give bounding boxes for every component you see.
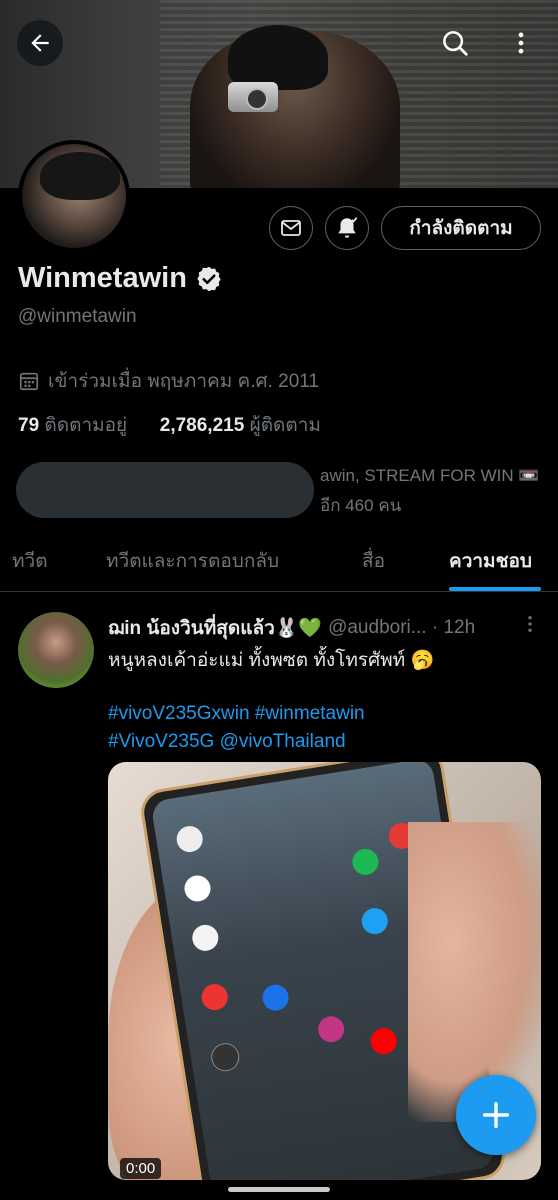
video-app-icon — [350, 846, 381, 877]
video-duration: 0:00 — [120, 1158, 162, 1179]
tab-tweets-replies[interactable]: ทวีตและการตอบกลับ — [106, 530, 279, 592]
message-button[interactable] — [269, 206, 313, 250]
more-options-button[interactable] — [498, 20, 544, 66]
video-app-icon — [368, 1026, 399, 1057]
redacted-block — [16, 462, 314, 518]
notifications-button[interactable] — [325, 206, 369, 250]
tweet-hashtags: #vivoV235Gxwin #winmetawin #VivoV235G @v… — [108, 700, 365, 756]
banner-camera — [228, 82, 278, 112]
tab-tweets[interactable]: ทวีต — [12, 530, 48, 592]
calendar-icon — [19, 372, 39, 391]
profile-avatar[interactable] — [18, 140, 130, 252]
following-count: 79 — [18, 415, 40, 436]
hashtag-line-1[interactable]: #vivoV235Gxwin #winmetawin — [108, 700, 365, 728]
home-indicator[interactable] — [228, 1187, 330, 1192]
video-app-icon — [359, 906, 390, 936]
joined-date-row: เข้าร่วมเมื่อ พฤษภาคม ค.ศ. 2011 — [18, 366, 319, 396]
tweet-meta: @audbori... · 12h — [328, 617, 476, 638]
video-app-icon — [316, 1014, 347, 1045]
followers-count: 2,786,215 — [159, 415, 245, 436]
hashtag-line-2[interactable]: #VivoV235G @vivoThailand — [108, 728, 365, 756]
video-app-icon — [209, 1041, 242, 1074]
video-app-icon — [199, 982, 230, 1012]
known-followers-names: awin, STREAM FOR WIN 📼 — [320, 466, 540, 485]
video-app-icon — [174, 824, 205, 854]
bell-check-icon — [338, 217, 358, 238]
known-followers-more: อีก 460 คน — [320, 496, 402, 515]
tweet-text: หนูหลงเค้าอ่ะแม่ ทั้งพซต ทั้งโทรศัพท์ 🥱 — [108, 650, 435, 671]
compose-tweet-button[interactable] — [456, 1075, 536, 1155]
following-link[interactable]: 79 ติดตามอยู่ — [18, 415, 127, 436]
followers-you-know[interactable]: awin, STREAM FOR WIN 📼 อีก 460 คน — [16, 460, 542, 518]
tweet-author-name[interactable]: ฌin น้องวินที่สุดแล้ว🐰💚 — [108, 613, 322, 643]
tab-media[interactable]: สื่อ — [362, 530, 385, 592]
video-app-icon — [182, 873, 213, 904]
video-app-icon — [190, 922, 221, 953]
back-button[interactable] — [17, 20, 63, 66]
search-icon — [443, 31, 468, 56]
display-name: Winmetawin — [18, 262, 187, 294]
arrow-left-icon — [31, 34, 49, 52]
more-vertical-icon — [528, 616, 532, 632]
banner-person-hair — [228, 25, 328, 90]
following-label: ติดตามอยู่ — [44, 415, 128, 436]
joined-date: เข้าร่วมเมื่อ พฤษภาคม ค.ศ. 2011 — [48, 371, 319, 392]
tweet-author-avatar[interactable] — [18, 612, 94, 688]
tab-likes[interactable]: ความชอบ — [449, 530, 532, 592]
followers-link[interactable]: 2,786,215 ผู้ติดตาม — [160, 415, 321, 436]
profile-tabs: ทวีต ทวีตและการตอบกลับ สื่อ ความชอบ — [0, 530, 558, 592]
tweet-more-button[interactable] — [520, 613, 540, 640]
search-button[interactable] — [432, 20, 478, 66]
following-button[interactable]: กำลังติดตาม — [381, 206, 541, 250]
verified-badge-icon — [197, 266, 221, 291]
tweet-header: ฌin น้องวินที่สุดแล้ว🐰💚 @audbori... · 12… — [108, 615, 538, 641]
plus-icon — [482, 1101, 510, 1129]
video-app-icon — [260, 982, 291, 1013]
followers-label: ผู้ติดตาม — [249, 415, 321, 436]
display-name-row: Winmetawin — [18, 262, 223, 295]
active-tab-indicator — [449, 587, 541, 591]
more-vertical-icon — [518, 32, 524, 54]
envelope-icon — [281, 220, 301, 236]
avatar-hair — [40, 152, 120, 200]
user-handle: @winmetawin — [18, 306, 137, 327]
follow-counts: 79 ติดตามอยู่ 2,786,215 ผู้ติดตาม — [18, 410, 321, 440]
video-thumb-finger — [408, 822, 541, 1122]
